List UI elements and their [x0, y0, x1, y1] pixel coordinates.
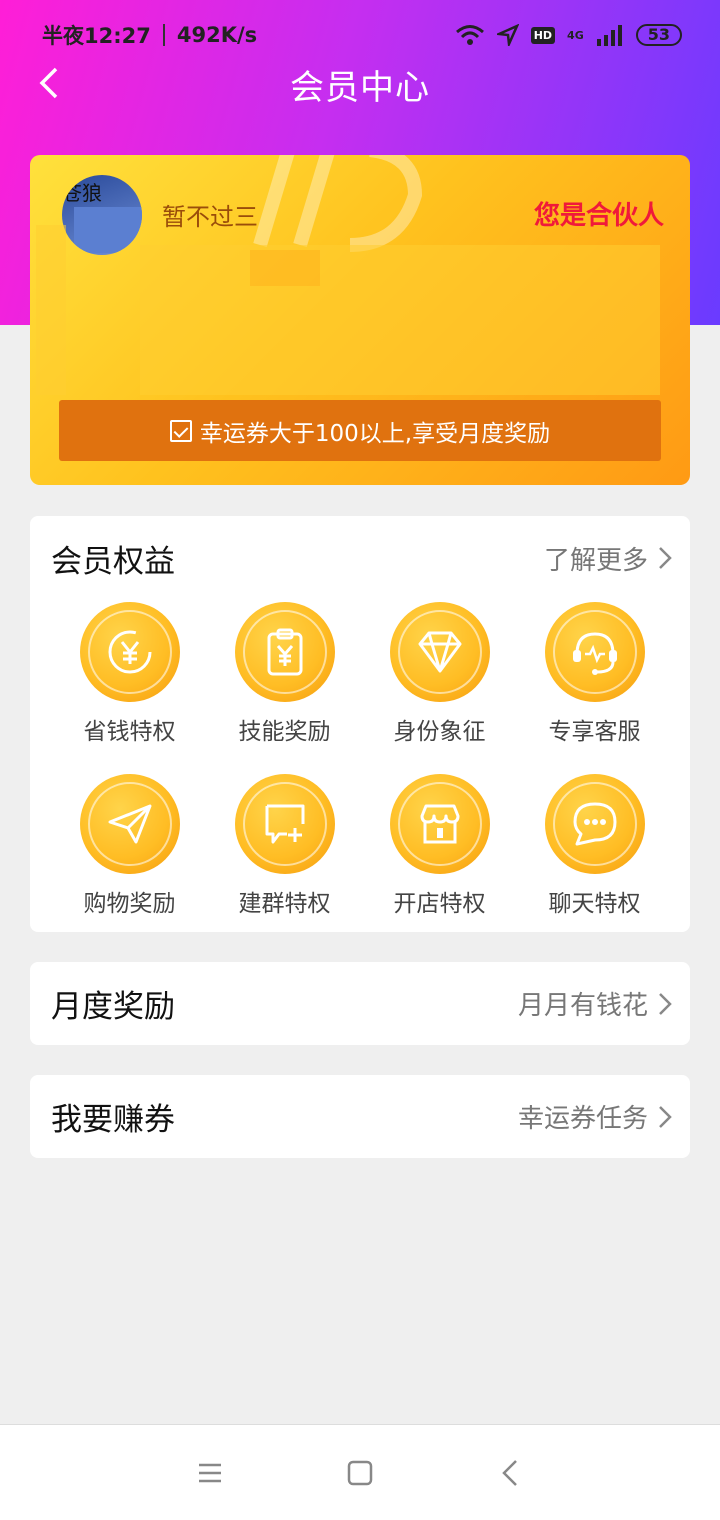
benefit-item-group-create[interactable]: 建群特权 [207, 774, 362, 918]
task-banner-text: 幸运券大于100以上,享受月度奖励 [199, 420, 551, 447]
benefit-item-save-money[interactable]: 省钱特权 [52, 602, 207, 746]
benefit-item-open-shop[interactable]: 开店特权 [362, 774, 517, 918]
status-left: 半夜12:27 492K/s [42, 20, 257, 50]
network-type: 4G [567, 28, 584, 42]
menu-icon[interactable] [190, 1453, 230, 1493]
learn-more-label: 了解更多 [543, 545, 648, 576]
shop-icon [389, 774, 490, 874]
battery-indicator: 53 [635, 24, 682, 46]
benefit-item-skill-reward[interactable]: 技能奖励 [207, 602, 362, 746]
earn-coupons-title: 我要赚券 [51, 1102, 175, 1138]
chevron-right-icon [659, 1105, 672, 1128]
network-speed: 492K/s [176, 23, 258, 47]
card-decoration [253, 155, 423, 252]
earn-coupons-link[interactable]: 幸运券任务 [518, 1098, 672, 1135]
benefit-label: 聊天特权 [548, 891, 641, 917]
signal-icon [596, 25, 622, 46]
benefit-label: 省钱特权 [83, 719, 176, 745]
location-icon [496, 24, 519, 46]
hd-badge: HD [530, 26, 556, 44]
chevron-right-icon [659, 992, 672, 1015]
chat-bubble-icon [544, 774, 645, 874]
headset-icon [544, 602, 645, 702]
benefits-title: 会员权益 [51, 543, 175, 580]
earn-coupons-link-label: 幸运券任务 [517, 1104, 648, 1134]
lucky-coupon-task-banner[interactable]: 幸运券大于100以上,享受月度奖励 [59, 400, 661, 461]
benefit-item-customer-service[interactable]: 专享客服 [517, 602, 672, 746]
benefit-label: 专享客服 [548, 719, 641, 745]
benefit-label: 身份象征 [393, 719, 486, 745]
status-divider [162, 24, 165, 46]
benefit-label: 建群特权 [238, 891, 331, 917]
benefit-label: 技能奖励 [238, 719, 331, 745]
checkbox-icon [169, 419, 192, 442]
redacted-area [36, 225, 66, 395]
benefit-item-shopping-reward[interactable]: 购物奖励 [52, 774, 207, 918]
benefit-label: 购物奖励 [83, 891, 176, 917]
back-icon[interactable] [490, 1453, 530, 1493]
yen-cycle-icon [79, 602, 180, 702]
status-right: HD 4G 53 [455, 24, 682, 46]
user-nickname: 暂不过三 [162, 203, 258, 231]
monthly-reward-title: 月度奖励 [51, 989, 175, 1025]
benefit-item-identity[interactable]: 身份象征 [362, 602, 517, 746]
benefit-item-chat[interactable]: 聊天特权 [517, 774, 672, 918]
chevron-right-icon [659, 547, 672, 569]
learn-more-link[interactable]: 了解更多 [544, 540, 672, 577]
avatar-image [74, 207, 142, 253]
benefit-label: 开店特权 [393, 891, 486, 917]
monthly-reward-link-label: 月月有钱花 [517, 991, 648, 1021]
avatar[interactable]: 苍狼 [62, 175, 142, 255]
monthly-reward-link[interactable]: 月月有钱花 [518, 985, 672, 1022]
partner-status-label: 您是合伙人 [533, 201, 664, 231]
earn-coupons-row[interactable]: 我要赚券 幸运券任务 [30, 1075, 690, 1158]
page-title: 会员中心 [290, 67, 430, 108]
chevron-left-icon[interactable] [34, 66, 64, 100]
member-card: 苍狼 暂不过三 您是合伙人 幸运券大于100以上,享受月度奖励 [30, 155, 690, 485]
navigation-bar: 会员中心 [0, 48, 720, 120]
member-benefits-panel: 会员权益 了解更多 省钱特权 技能奖励 身份象征 专享客服 购物奖励 建群特权 … [30, 516, 690, 932]
diamond-icon [389, 602, 490, 702]
benefits-header: 会员权益 了解更多 [51, 536, 672, 580]
redacted-area [140, 245, 660, 395]
chat-add-icon [234, 774, 335, 874]
redacted-area [250, 250, 320, 286]
monthly-reward-row[interactable]: 月度奖励 月月有钱花 [30, 962, 690, 1045]
wifi-icon [455, 25, 484, 45]
paper-plane-icon [79, 774, 180, 874]
yen-clipboard-icon [234, 602, 335, 702]
earn-coupons-header: 我要赚券 幸运券任务 [51, 1075, 672, 1158]
benefits-grid: 省钱特权 技能奖励 身份象征 专享客服 购物奖励 建群特权 开店特权 聊天特权 [52, 602, 672, 918]
status-time: 半夜12:27 [42, 24, 151, 48]
monthly-reward-header: 月度奖励 月月有钱花 [51, 962, 672, 1045]
avatar-text: 苍狼 [62, 181, 102, 205]
system-navigation-bar [0, 1424, 720, 1520]
home-icon[interactable] [340, 1453, 380, 1493]
